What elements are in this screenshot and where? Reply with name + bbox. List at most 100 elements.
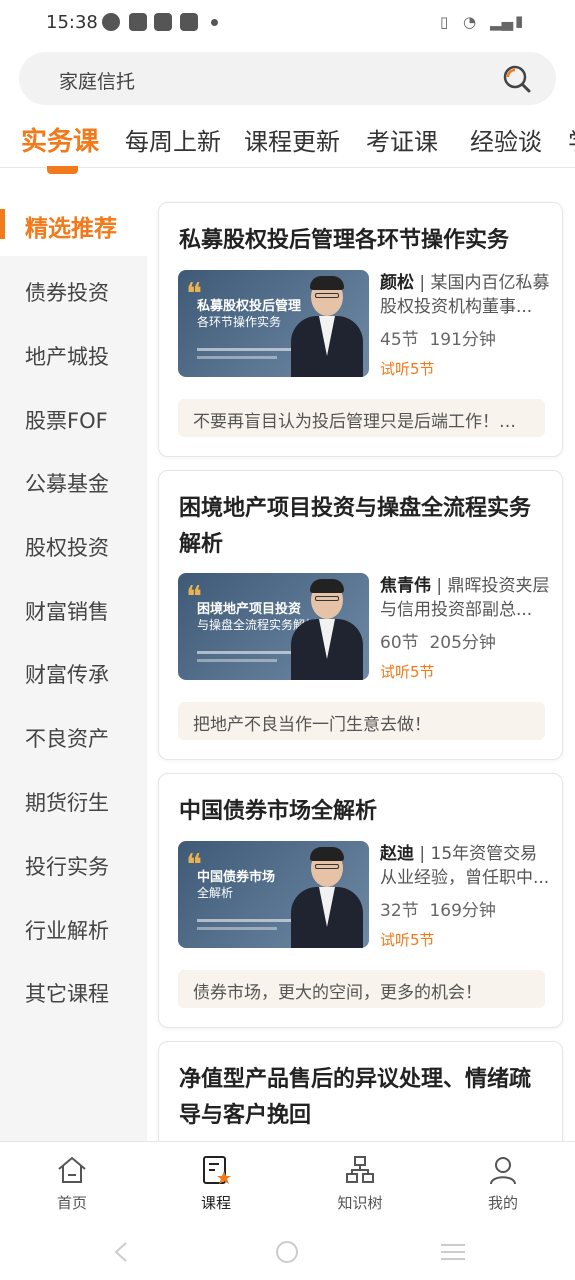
search-icon[interactable] (502, 64, 532, 94)
tab-course-updates[interactable]: 课程更新 (244, 122, 340, 157)
sidebar-item-industry-analysis[interactable]: 行业解析 (0, 897, 147, 961)
status-time: 15:38 (46, 12, 98, 33)
sidebar-item-label: 其它课程 (25, 982, 109, 1006)
sidebar-item-investment-banking[interactable]: 投行实务 (0, 833, 147, 897)
course-title: 中国债券市场全解析 (179, 799, 378, 824)
menu-icon[interactable] (440, 1243, 466, 1261)
nav-label: 课程 (200, 1194, 231, 1212)
teacher-info: 焦青伟 | 鼎晖投资夹层与信用投资部副总... (380, 576, 550, 620)
teacher-photo (291, 276, 363, 377)
category-sidebar: 精选推荐 债券投资 地产城投 股票FOF 公募基金 股权投资 财富销售 财富传承… (0, 192, 147, 1142)
course-meta: 45节 191分钟 (380, 325, 550, 350)
trial-badge[interactable]: 试听5节 (380, 358, 550, 379)
teacher-photo (291, 579, 363, 680)
thumbnail-title: 困境地产项目投资 (197, 602, 302, 617)
sidebar-item-real-estate[interactable]: 地产城投 (0, 323, 147, 387)
teacher-info: 赵迪 | 15年资管交易从业经验，曾任职中... (380, 844, 550, 888)
thumbnail-caption (197, 651, 297, 654)
thumbnail-title: 中国债券市场 (197, 870, 276, 885)
nav-courses[interactable]: 课程 (166, 1142, 266, 1222)
course-title: 私募股权投后管理各环节操作实务 (179, 228, 510, 253)
course-thumbnail: ❝ 困境地产项目投资 与操盘全流程实务解析 (178, 573, 369, 680)
thumbnail-title: 私募股权投后管理 (197, 299, 302, 314)
search-input[interactable]: 家庭信托 (59, 67, 135, 94)
active-tab-indicator (47, 166, 78, 174)
sidebar-item-distressed-assets[interactable]: 不良资产 (0, 705, 147, 769)
course-card[interactable]: 困境地产项目投资与操盘全流程实务解析 ❝ 困境地产项目投资 与操盘全流程实务解析… (158, 470, 563, 760)
thumbnail-subtitle: 全解析 (197, 886, 234, 900)
course-quote: 不要再盲目认为投后管理只是后端工作！实... (178, 399, 545, 437)
tab-experience[interactable]: 经验谈 (470, 122, 542, 157)
thumbnail-caption (197, 659, 277, 662)
home-circle-icon[interactable] (275, 1240, 299, 1264)
tab-certificate[interactable]: 考证课 (366, 122, 438, 157)
course-duration: 191分钟 (429, 330, 496, 350)
course-meta: 60节 205分钟 (380, 628, 550, 653)
notification-icon (180, 13, 198, 31)
nav-label: 首页 (56, 1194, 87, 1212)
course-quote: 债券市场，更大的空间，更多的机会！ (178, 970, 545, 1008)
sidebar-item-label: 股票FOF (25, 409, 108, 433)
nav-knowledge-tree[interactable]: 知识树 (310, 1142, 410, 1222)
lesson-count: 32节 (380, 901, 419, 921)
sidebar-item-label: 精选推荐 (25, 216, 117, 242)
course-title: 困境地产项目投资与操盘全流程实务解析 (179, 496, 532, 557)
battery-icon: ▮ (515, 12, 524, 30)
thumbnail-subtitle: 各环节操作实务 (197, 315, 282, 329)
sidebar-active-bar (0, 209, 5, 239)
sidebar-item-label: 期货衍生 (25, 791, 109, 815)
bottom-nav: 首页 课程 知识树 我的 (0, 1141, 575, 1221)
sidebar-item-label: 地产城投 (25, 345, 109, 369)
status-bar: 15:38 ▯ ◔ ▂▄ ▮ (0, 0, 575, 46)
sidebar-item-label: 财富传承 (25, 663, 109, 687)
nav-profile[interactable]: 我的 (453, 1142, 553, 1222)
system-nav-bar (0, 1221, 575, 1280)
nav-label: 知识树 (337, 1194, 383, 1212)
speed-icon (102, 13, 120, 31)
tree-icon (346, 1156, 374, 1183)
nav-home[interactable]: 首页 (22, 1142, 122, 1222)
signal-icon: ▂▄ (490, 13, 514, 31)
tab-more[interactable]: 学 (568, 122, 575, 157)
thumbnail-caption (197, 927, 277, 930)
category-tabs: 实务课 每周上新 课程更新 考证课 经验谈 学 (0, 112, 575, 168)
sidebar-item-featured[interactable]: 精选推荐 (0, 192, 147, 256)
lesson-count: 45节 (380, 330, 419, 350)
sidebar-item-stock-fof[interactable]: 股票FOF (0, 387, 147, 451)
sidebar-item-label: 财富销售 (25, 600, 109, 624)
sidebar-item-futures[interactable]: 期货衍生 (0, 769, 147, 833)
tab-weekly-new[interactable]: 每周上新 (125, 122, 221, 157)
course-card[interactable]: 中国债券市场全解析 ❝ 中国债券市场 全解析 赵迪 | 15年资管交易从业经验，… (158, 773, 563, 1028)
search-bar[interactable]: 家庭信托 (19, 52, 556, 105)
sidebar-item-wealth-inheritance[interactable]: 财富传承 (0, 641, 147, 705)
vibrate-icon: ▯ (440, 13, 449, 31)
course-icon (203, 1156, 231, 1184)
sidebar-item-wealth-sales[interactable]: 财富销售 (0, 578, 147, 642)
sidebar-item-bonds[interactable]: 债券投资 (0, 259, 147, 323)
sidebar-item-label: 债券投资 (25, 281, 109, 305)
course-info: 焦青伟 | 鼎晖投资夹层与信用投资部副总... 60节 205分钟 试听5节 (380, 574, 550, 682)
teacher-photo (291, 847, 363, 948)
notification-icon (154, 13, 172, 31)
sidebar-item-equity[interactable]: 股权投资 (0, 514, 147, 578)
trial-badge[interactable]: 试听5节 (380, 929, 550, 950)
sidebar-item-public-fund[interactable]: 公募基金 (0, 450, 147, 514)
course-info: 赵迪 | 15年资管交易从业经验，曾任职中... 32节 169分钟 试听5节 (380, 842, 550, 950)
sidebar-item-label: 行业解析 (25, 919, 109, 943)
nav-label: 我的 (487, 1194, 518, 1212)
course-duration: 169分钟 (429, 901, 496, 921)
thumbnail-caption (197, 919, 297, 922)
teacher-info: 颜松 | 某国内百亿私募股权投资机构董事... (380, 273, 550, 317)
teacher-name: 颜松 (380, 273, 414, 293)
notification-icon (129, 13, 147, 31)
course-card[interactable]: 私募股权投后管理各环节操作实务 ❝ 私募股权投后管理 各环节操作实务 颜松 | … (158, 202, 563, 457)
thumbnail-caption (197, 348, 297, 351)
sidebar-item-label: 投行实务 (25, 855, 109, 879)
course-meta: 32节 169分钟 (380, 896, 550, 921)
back-icon[interactable] (112, 1241, 130, 1263)
sidebar-item-other-courses[interactable]: 其它课程 (0, 960, 147, 1024)
thumbnail-caption (197, 356, 277, 359)
course-thumbnail: ❝ 中国债券市场 全解析 (178, 841, 369, 948)
tab-practice[interactable]: 实务课 (21, 121, 99, 158)
trial-badge[interactable]: 试听5节 (380, 661, 550, 682)
